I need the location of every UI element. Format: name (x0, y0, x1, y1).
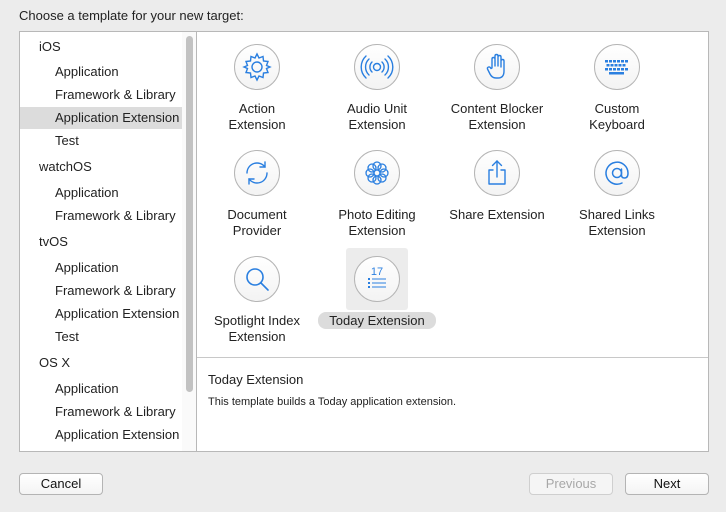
audio-wave-icon (354, 44, 400, 90)
cancel-button[interactable]: Cancel (19, 473, 103, 495)
template-label-line1: Custom (594, 101, 640, 116)
sidebar-header-osx: OS X (39, 355, 71, 370)
sidebar-header-tvos: tvOS (39, 234, 68, 249)
sidebar-item-tvos-framework-library[interactable]: Framework & Library (20, 280, 182, 302)
template-label-line1: Photo Editing (338, 207, 416, 222)
sidebar-item-watchos-application[interactable]: Application (20, 182, 182, 204)
template-description: Today Extension This template builds a T… (197, 358, 708, 451)
sidebar-item-tvos-test[interactable]: Test (20, 326, 182, 348)
keyboard-icon (594, 44, 640, 90)
at-sign-icon (594, 150, 640, 196)
sidebar-item-ios-application[interactable]: Application (20, 61, 182, 83)
template-custom-keyboard[interactable]: Custom Keyboard (557, 32, 677, 136)
template-label-line2: Extension (348, 223, 406, 238)
template-label-line1: Content Blocker (450, 101, 544, 116)
sidebar-item-ios-application-extension[interactable]: Application Extension (20, 107, 182, 129)
template-label-line2: Extension (348, 117, 406, 132)
template-label-line2: Provider (232, 223, 282, 238)
description-title: Today Extension (208, 372, 304, 387)
template-label-line2: Extension (468, 117, 526, 132)
template-document-provider[interactable]: Document Provider (197, 138, 317, 242)
template-spotlight-index-extension[interactable]: Spotlight Index Extension (197, 244, 317, 348)
sidebar-item-ios-framework-library[interactable]: Framework & Library (20, 84, 182, 106)
template-label-line2: Extension (588, 223, 646, 238)
template-label-line1: Action (238, 101, 276, 116)
template-shared-links-extension[interactable]: Shared Links Extension (557, 138, 677, 242)
sidebar-scrollbar-thumb[interactable] (186, 36, 193, 392)
template-label-line2: Extension (228, 329, 286, 344)
platform-sidebar: iOS Application Framework & Library Appl… (20, 32, 196, 451)
template-photo-editing-extension[interactable]: Photo Editing Extension (317, 138, 437, 242)
today-icon-number: 17 (371, 266, 383, 278)
sidebar-item-watchos-framework-library[interactable]: Framework & Library (20, 205, 182, 227)
template-grid: Action Extension Audio Unit Extension Co… (197, 32, 708, 357)
flower-icon (354, 150, 400, 196)
template-today-extension[interactable]: 17 Today Extension (317, 244, 437, 348)
template-label-line1: Shared Links (579, 207, 655, 222)
next-button[interactable]: Next (625, 473, 709, 495)
previous-button[interactable]: Previous (529, 473, 613, 495)
template-chooser-panel: iOS Application Framework & Library Appl… (19, 31, 709, 452)
sidebar-item-osx-application[interactable]: Application (20, 378, 182, 400)
template-label-line2: Keyboard (589, 117, 645, 132)
description-text: This template builds a Today application… (208, 396, 457, 408)
template-label-line2: Extension (228, 117, 286, 132)
template-label-line1: Today Extension (318, 312, 436, 329)
magnifier-icon (234, 256, 280, 302)
today-list-icon: 17 (354, 256, 400, 302)
sidebar-item-ios-test[interactable]: Test (20, 130, 182, 152)
sidebar-header-ios: iOS (39, 39, 61, 54)
sidebar-item-tvos-application-extension[interactable]: Application Extension (20, 303, 182, 325)
template-audio-unit-extension[interactable]: Audio Unit Extension (317, 32, 437, 136)
template-share-extension[interactable]: Share Extension (437, 138, 557, 242)
share-icon (474, 150, 520, 196)
gear-icon (234, 44, 280, 90)
sync-arrows-icon (234, 150, 280, 196)
dialog-heading: Choose a template for your new target: (19, 8, 244, 23)
hand-icon (474, 44, 520, 90)
template-label-line1: Spotlight Index (213, 313, 300, 328)
sidebar-header-watchos: watchOS (39, 159, 92, 174)
template-action-extension[interactable]: Action Extension (197, 32, 317, 136)
template-content-blocker-extension[interactable]: Content Blocker Extension (437, 32, 557, 136)
template-label-line1: Audio Unit (347, 101, 407, 116)
sidebar-item-tvos-application[interactable]: Application (20, 257, 182, 279)
template-label-line1: Share Extension (449, 207, 545, 222)
template-label-line1: Document (227, 207, 287, 222)
sidebar-item-osx-framework-library[interactable]: Framework & Library (20, 401, 182, 423)
sidebar-item-osx-application-extension[interactable]: Application Extension (20, 424, 182, 446)
